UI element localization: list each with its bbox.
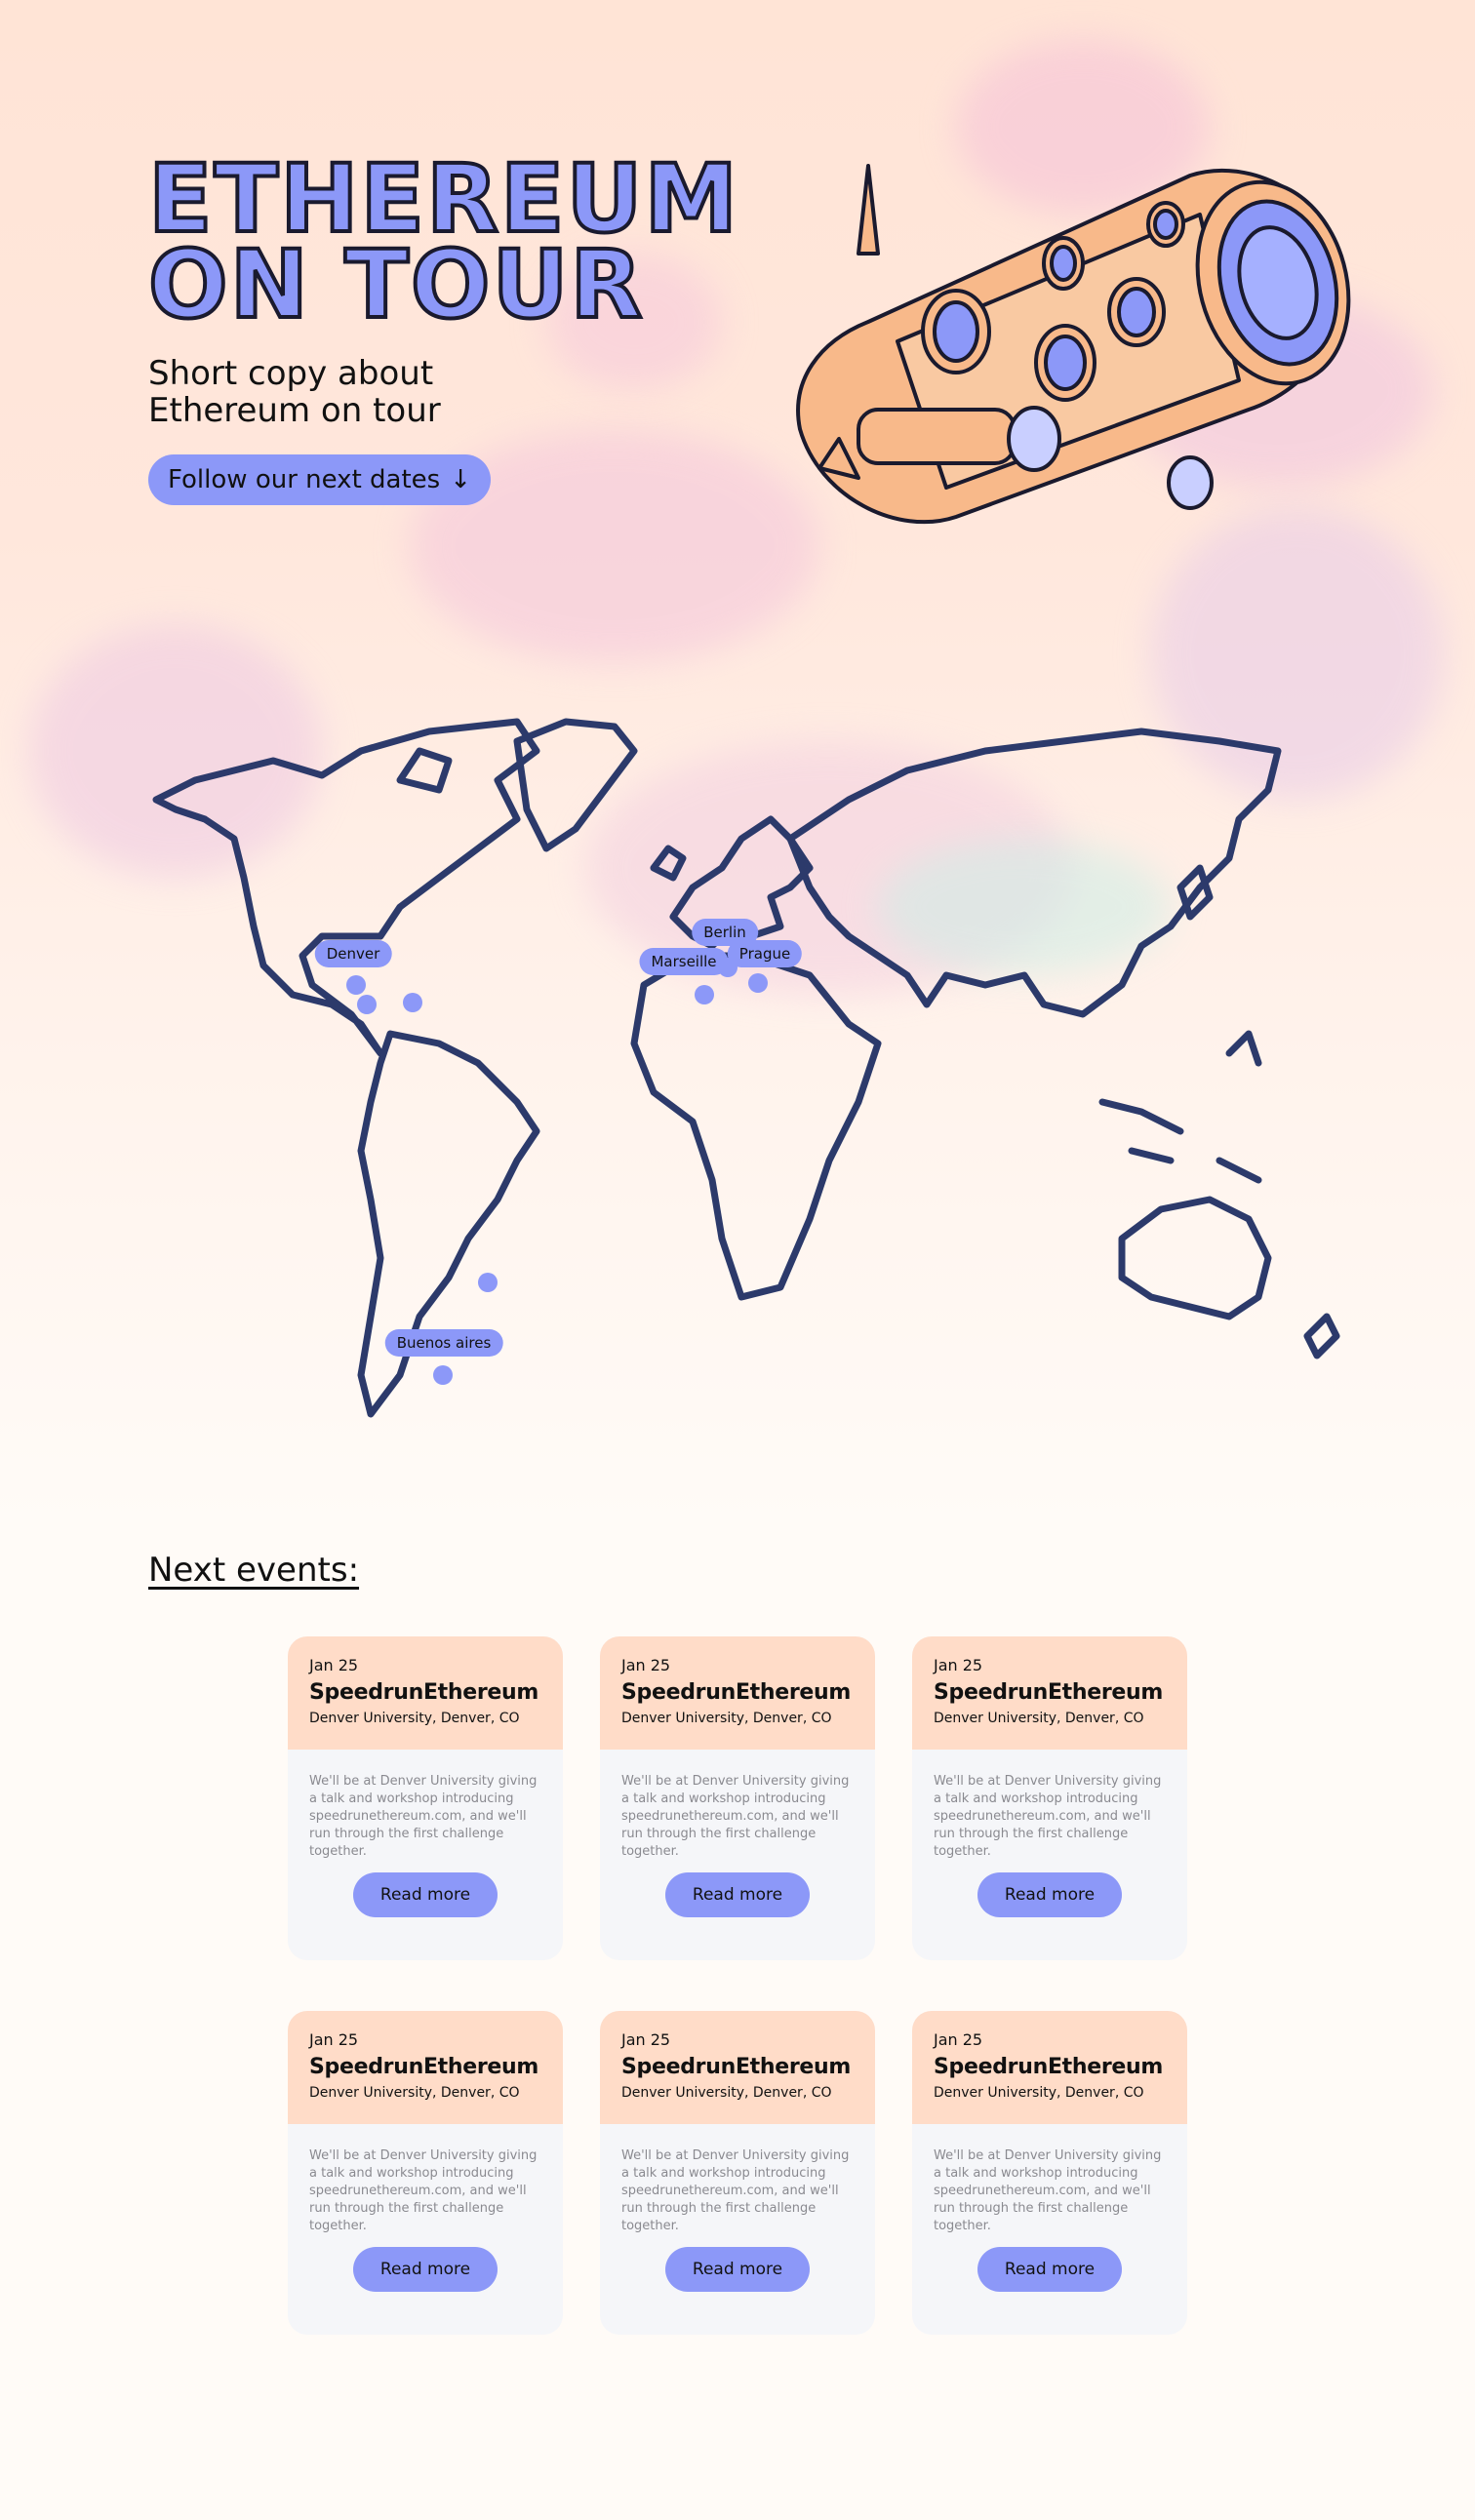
event-description: We'll be at Denver University giving a t… [934, 1774, 1162, 1859]
event-location: Denver University, Denver, CO [309, 2085, 520, 2101]
event-card-header: Jan 25 SpeedrunEthereum Denver Universit… [912, 2011, 1187, 2124]
event-title: SpeedrunEthereum [621, 1680, 852, 1705]
event-card-body: We'll be at Denver University giving a t… [912, 1750, 1187, 1960]
event-date: Jan 25 [934, 1656, 983, 1674]
map-label-buenos-aires[interactable]: Buenos aires [384, 1329, 503, 1357]
map-marker[interactable] [403, 993, 422, 1012]
hero-title: Ethereum on tour [146, 150, 773, 334]
map-marker-prague[interactable] [748, 973, 768, 993]
event-location: Denver University, Denver, CO [934, 1711, 1144, 1726]
follow-dates-button[interactable]: Follow our next dates ↓ [148, 454, 491, 505]
read-more-button[interactable]: Read more [977, 1872, 1122, 1917]
events-grid: Jan 25 SpeedrunEthereum Denver Universit… [288, 1636, 1187, 2335]
event-date: Jan 25 [621, 1656, 671, 1674]
event-card-header: Jan 25 SpeedrunEthereum Denver Universit… [600, 2011, 875, 2124]
event-title: SpeedrunEthereum [621, 2055, 852, 2079]
event-title: SpeedrunEthereum [934, 2055, 1164, 2079]
event-card[interactable]: Jan 25 SpeedrunEthereum Denver Universit… [288, 2011, 563, 2335]
read-more-button[interactable]: Read more [665, 2247, 810, 2292]
event-card[interactable]: Jan 25 SpeedrunEthereum Denver Universit… [288, 1636, 563, 1960]
event-card[interactable]: Jan 25 SpeedrunEthereum Denver Universit… [600, 2011, 875, 2335]
follow-dates-label: Follow our next dates [168, 465, 441, 494]
event-date: Jan 25 [621, 2030, 671, 2049]
event-card-body: We'll be at Denver University giving a t… [288, 1750, 563, 1960]
event-description: We'll be at Denver University giving a t… [309, 2148, 538, 2233]
event-card-body: We'll be at Denver University giving a t… [600, 2124, 875, 2335]
event-location: Denver University, Denver, CO [621, 1711, 832, 1726]
event-card[interactable]: Jan 25 SpeedrunEthereum Denver Universit… [912, 2011, 1187, 2335]
map-marker-buenos-aires[interactable] [433, 1365, 453, 1385]
hero-copy: Short copy about Ethereum on tour [148, 354, 441, 430]
arrow-down-icon: ↓ [450, 465, 471, 494]
event-description: We'll be at Denver University giving a t… [621, 2148, 850, 2233]
event-card-header: Jan 25 SpeedrunEthereum Denver Universit… [600, 1636, 875, 1750]
map-marker[interactable] [695, 985, 714, 1004]
event-title: SpeedrunEthereum [309, 1680, 539, 1705]
next-events-title: Next events: [148, 1551, 360, 1590]
event-card-body: We'll be at Denver University giving a t… [600, 1750, 875, 1960]
event-card[interactable]: Jan 25 SpeedrunEthereum Denver Universit… [600, 1636, 875, 1960]
read-more-button[interactable]: Read more [665, 1872, 810, 1917]
map-label-prague[interactable]: Prague [727, 940, 803, 967]
event-card[interactable]: Jan 25 SpeedrunEthereum Denver Universit… [912, 1636, 1187, 1960]
event-card-header: Jan 25 SpeedrunEthereum Denver Universit… [912, 1636, 1187, 1750]
event-card-body: We'll be at Denver University giving a t… [912, 2124, 1187, 2335]
read-more-button[interactable]: Read more [977, 2247, 1122, 2292]
map-marker-denver[interactable] [346, 975, 366, 995]
world-map-outline [152, 718, 1340, 1418]
event-description: We'll be at Denver University giving a t… [309, 1774, 538, 1859]
hero-title-line2: on tour [146, 230, 645, 339]
map-marker[interactable] [478, 1273, 498, 1292]
event-date: Jan 25 [309, 1656, 359, 1674]
event-card-header: Jan 25 SpeedrunEthereum Denver Universit… [288, 1636, 563, 1750]
map-marker[interactable] [357, 995, 377, 1014]
event-location: Denver University, Denver, CO [934, 2085, 1144, 2101]
hero-section: Ethereum on tour Short copy about Ethere… [146, 150, 773, 505]
world-map: Denver Berlin Marseille Prague Buenos ai… [107, 692, 1375, 1453]
event-card-body: We'll be at Denver University giving a t… [288, 2124, 563, 2335]
map-label-marseille[interactable]: Marseille [639, 948, 729, 975]
event-description: We'll be at Denver University giving a t… [621, 1774, 850, 1859]
event-title: SpeedrunEthereum [309, 2055, 539, 2079]
spaceship-illustration [796, 164, 1351, 525]
map-label-denver[interactable]: Denver [314, 940, 392, 967]
event-location: Denver University, Denver, CO [309, 1711, 520, 1726]
event-date: Jan 25 [934, 2030, 983, 2049]
event-title: SpeedrunEthereum [934, 1680, 1164, 1705]
event-location: Denver University, Denver, CO [621, 2085, 832, 2101]
event-date: Jan 25 [309, 2030, 359, 2049]
read-more-button[interactable]: Read more [353, 2247, 498, 2292]
read-more-button[interactable]: Read more [353, 1872, 498, 1917]
event-description: We'll be at Denver University giving a t… [934, 2148, 1162, 2233]
event-card-header: Jan 25 SpeedrunEthereum Denver Universit… [288, 2011, 563, 2124]
